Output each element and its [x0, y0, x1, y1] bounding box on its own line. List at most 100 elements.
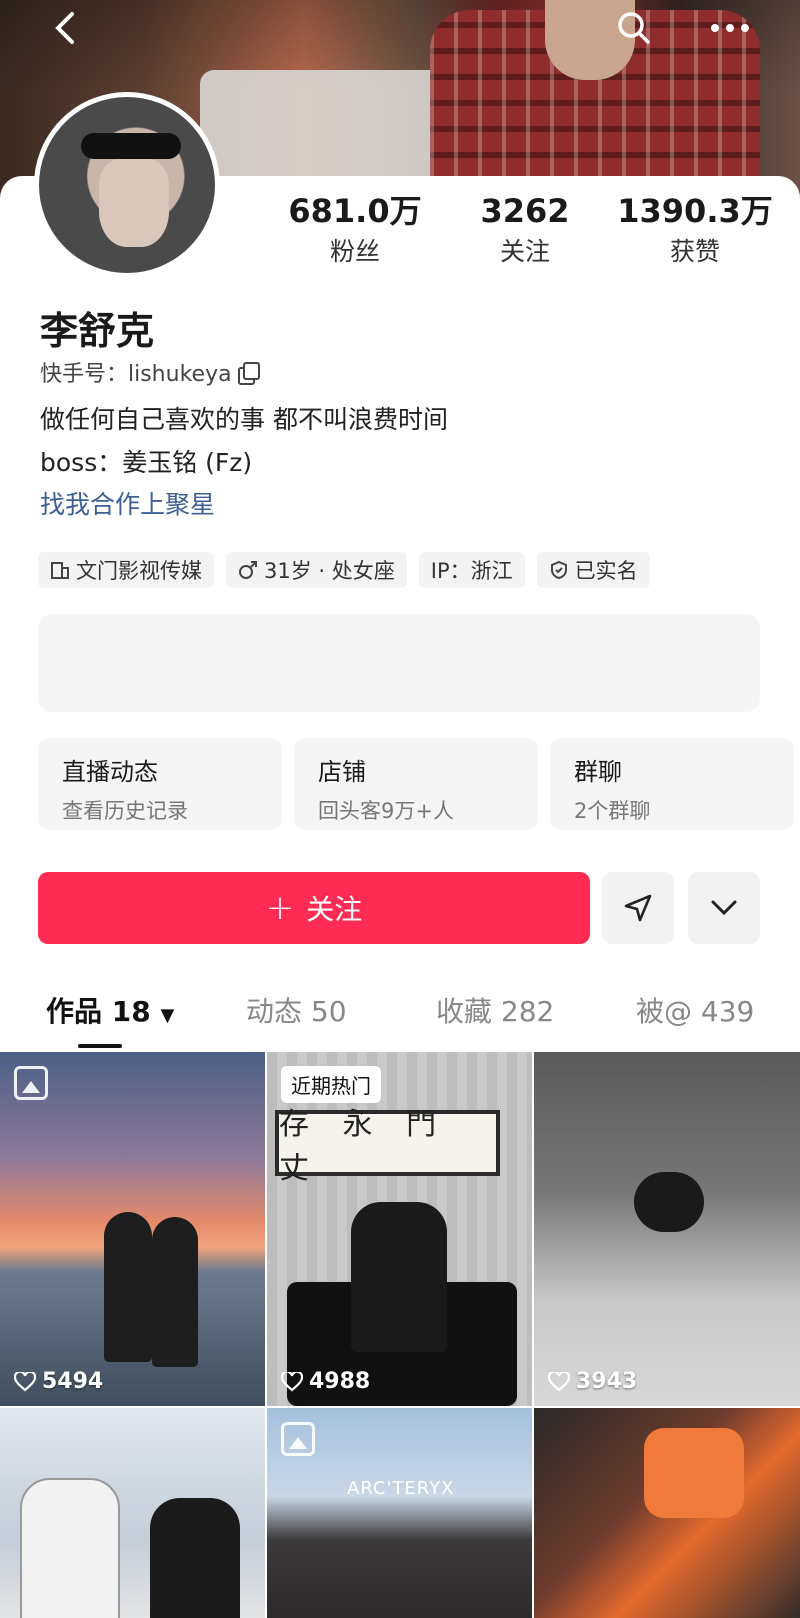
content-tabs: 作品 18 ▼ 动态 50 收藏 282 被@ 439 — [0, 990, 800, 1050]
heart-icon — [548, 1371, 570, 1391]
grid-item[interactable]: 存 永 門 丈 近期热门 4988 — [267, 1052, 532, 1406]
gallery-icon — [14, 1066, 48, 1100]
likes-value: 3943 — [576, 1369, 638, 1394]
stat-value: 1390.3万 — [617, 192, 773, 230]
follow-label: 关注 — [306, 893, 363, 926]
photo-subject — [150, 1498, 240, 1618]
building-icon — [51, 562, 69, 579]
search-button[interactable] — [612, 6, 656, 50]
tag-label: 31岁 · 处女座 — [264, 559, 395, 583]
more-actions-button[interactable] — [688, 872, 760, 944]
follow-button[interactable]: + 关注 — [38, 872, 590, 944]
grid-item[interactable] — [0, 1408, 265, 1618]
photo-subject — [351, 1202, 447, 1352]
tab-label: 动态 — [246, 995, 303, 1028]
tab-count: 282 — [500, 995, 555, 1028]
tag-ip: IP：浙江 — [418, 552, 525, 588]
feature-cards: 直播动态 查看历史记录 店铺 回头客9万+人 群聊 2个群聊 — [38, 738, 794, 830]
feature-subtitle: 回头客9万+人 — [318, 799, 454, 823]
more-button[interactable] — [708, 6, 752, 50]
tag-age: 31岁 · 处女座 — [226, 552, 407, 588]
trending-badge: 近期热门 — [281, 1066, 381, 1103]
tag-label: 已实名 — [574, 559, 638, 583]
grid-item[interactable] — [534, 1408, 800, 1618]
profile-name: 李舒克 — [40, 309, 155, 353]
more-horizontal-icon — [711, 24, 749, 32]
caret-down-icon: ▼ — [160, 1005, 175, 1026]
feature-subtitle: 查看历史记录 — [62, 799, 188, 823]
active-tab-indicator — [78, 1044, 122, 1048]
info-card-placeholder — [38, 614, 760, 712]
photo-subject — [644, 1428, 744, 1518]
tag-label: IP：浙江 — [430, 559, 513, 583]
likes-count: 5494 — [14, 1369, 103, 1394]
heart-icon — [281, 1371, 303, 1391]
tag-label: 文门影视传媒 — [76, 559, 202, 583]
photo-subject — [104, 1212, 152, 1362]
send-icon — [624, 894, 652, 922]
grid-item[interactable]: ARC'TERYX — [267, 1408, 532, 1618]
heart-icon — [14, 1371, 36, 1391]
feature-shop[interactable]: 店铺 回头客9万+人 — [294, 738, 538, 830]
stat-value: 3262 — [480, 192, 570, 230]
account-id-row: 快手号：lishukeya — [40, 356, 260, 388]
likes-value: 5494 — [42, 1369, 104, 1394]
bio-line: boss：姜玉铭 (Fz) — [40, 448, 253, 477]
stat-likes[interactable]: 1390.3万 获赞 — [610, 192, 780, 268]
plus-icon: + — [265, 888, 295, 928]
profile-tags: 文门影视传媒 31岁 · 处女座 IP：浙江 已实名 — [38, 552, 650, 588]
avatar[interactable] — [34, 92, 220, 278]
male-icon — [239, 561, 257, 579]
tag-company[interactable]: 文门影视传媒 — [38, 552, 214, 588]
tag-verified[interactable]: 已实名 — [536, 552, 650, 588]
cover-car — [200, 70, 450, 180]
share-button[interactable] — [602, 872, 674, 944]
tab-moments[interactable]: 动态 50 — [246, 990, 347, 1030]
tab-mentions[interactable]: 被@ 439 — [636, 990, 754, 1030]
tab-count: 18 — [111, 995, 151, 1028]
tab-label: 被@ — [636, 995, 693, 1028]
profile-stats: 681.0万 粉丝 3262 关注 1390.3万 获赞 — [270, 192, 780, 268]
bio-line: 做任何自己喜欢的事 都不叫浪费时间 — [40, 405, 448, 434]
tab-label: 收藏 — [436, 995, 493, 1028]
search-icon — [618, 12, 650, 44]
stat-label: 粉丝 — [329, 237, 380, 266]
tab-works[interactable]: 作品 18 ▼ — [46, 990, 174, 1030]
photo-subject — [152, 1217, 198, 1367]
tab-count: 439 — [700, 995, 755, 1028]
tab-count: 50 — [310, 995, 347, 1028]
stat-following[interactable]: 3262 关注 — [440, 192, 610, 268]
tab-favorites[interactable]: 收藏 282 — [436, 990, 554, 1030]
works-grid: 5494 存 永 門 丈 近期热门 4988 3943 ARC'TERYX — [0, 1052, 800, 1618]
stat-label: 获赞 — [669, 237, 720, 266]
back-button[interactable] — [44, 6, 88, 50]
stat-followers[interactable]: 681.0万 粉丝 — [270, 192, 440, 268]
likes-count: 3943 — [548, 1369, 637, 1394]
avatar-face — [99, 159, 169, 247]
feature-title: 店铺 — [318, 758, 366, 786]
feature-live-history[interactable]: 直播动态 查看历史记录 — [38, 738, 282, 830]
likes-count: 4988 — [281, 1369, 370, 1394]
grid-item[interactable]: 3943 — [534, 1052, 800, 1406]
feature-title: 直播动态 — [62, 758, 158, 786]
feature-title: 群聊 — [574, 758, 622, 786]
stat-value: 681.0万 — [288, 192, 422, 230]
avatar-glasses — [81, 133, 181, 159]
cooperation-link[interactable]: 找我合作上聚星 — [40, 485, 215, 521]
copy-icon[interactable] — [237, 362, 260, 385]
chevron-left-icon — [55, 12, 74, 44]
calligraphy-plaque: 存 永 門 丈 — [275, 1107, 500, 1186]
likes-value: 4988 — [309, 1369, 371, 1394]
tab-label: 作品 — [46, 995, 103, 1028]
feature-group-chat[interactable]: 群聊 2个群聊 — [550, 738, 794, 830]
shield-check-icon — [550, 560, 567, 580]
photo-skier — [634, 1172, 704, 1232]
grid-item[interactable]: 5494 — [0, 1052, 265, 1406]
stat-label: 关注 — [499, 237, 550, 266]
chevron-down-icon — [711, 900, 737, 916]
photo-subject — [20, 1478, 120, 1618]
feature-subtitle: 2个群聊 — [574, 799, 651, 823]
account-id: 快手号：lishukeya — [40, 362, 232, 387]
gallery-icon — [281, 1422, 315, 1456]
store-sign: ARC'TERYX — [347, 1478, 455, 1499]
